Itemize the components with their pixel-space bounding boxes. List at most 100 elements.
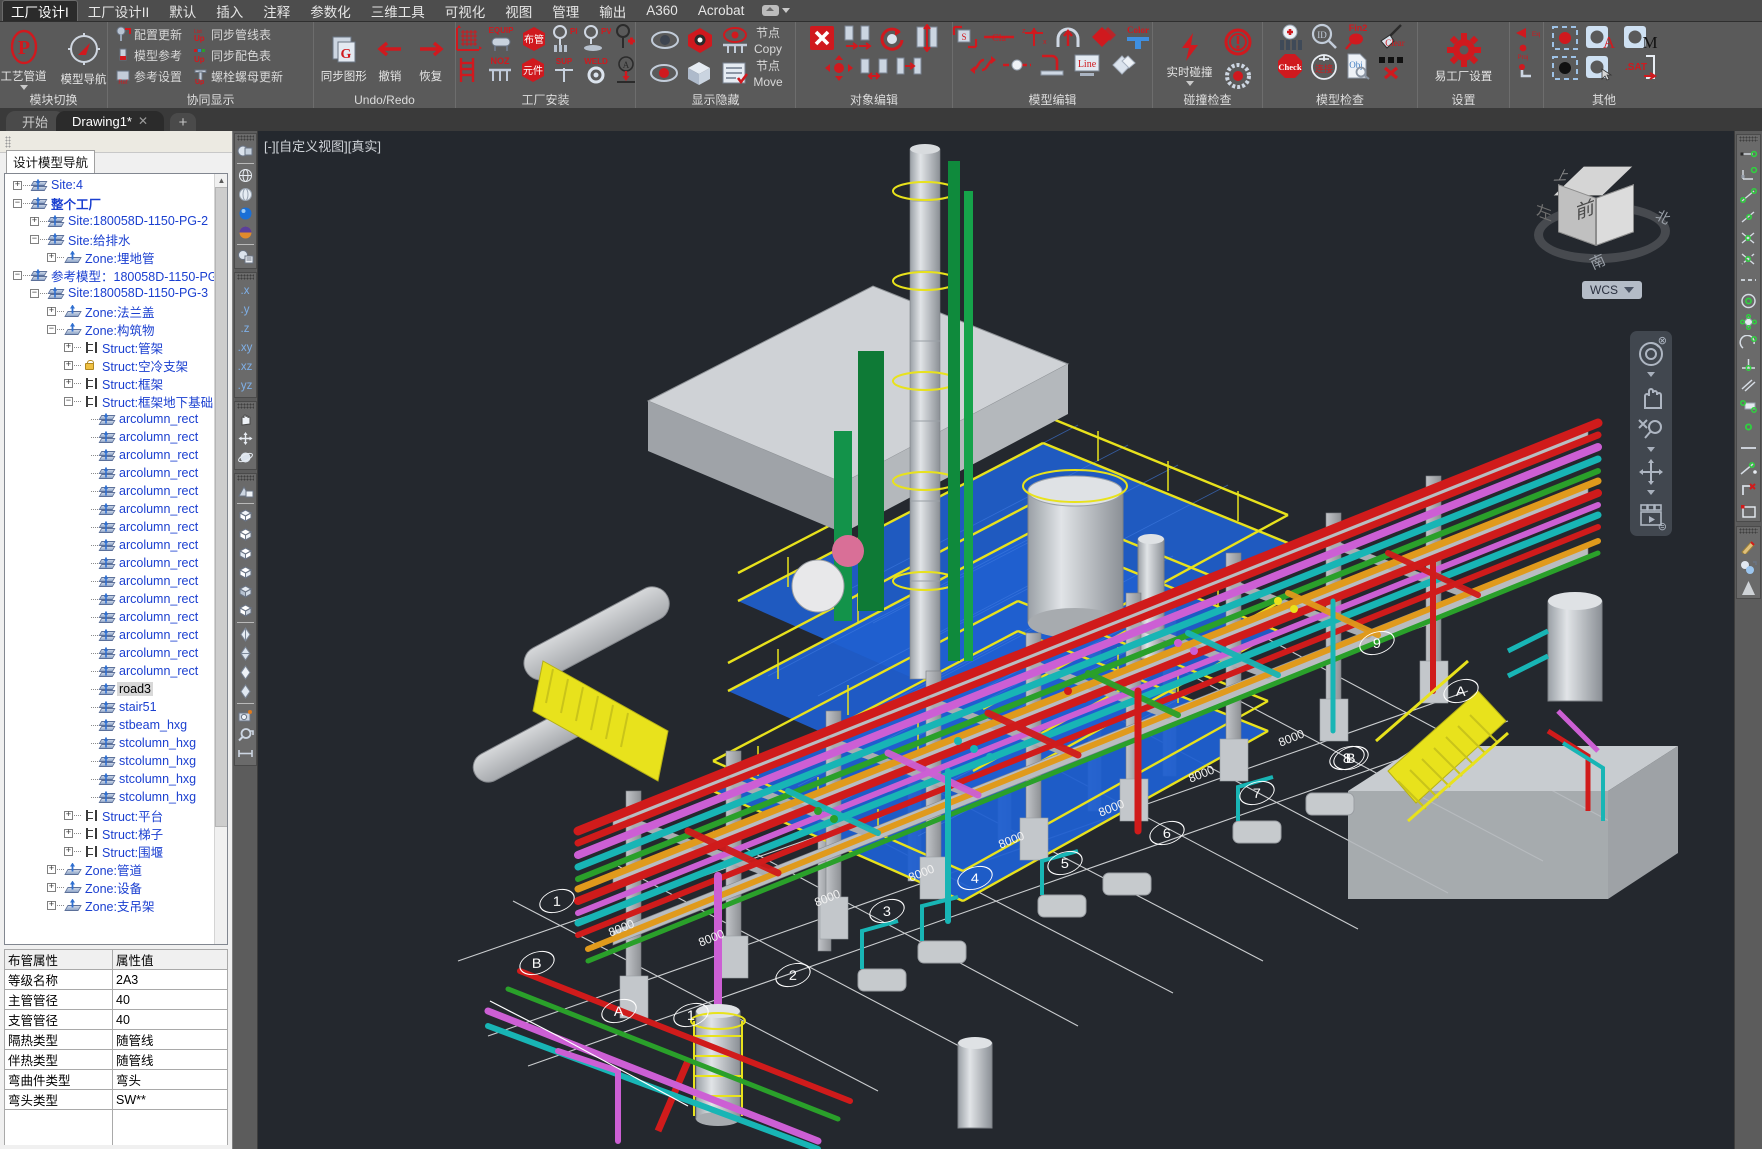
tree-node[interactable]: + Struct:框架 (7, 374, 214, 392)
diamond-light-icon[interactable] (1107, 52, 1137, 78)
select-black-icon[interactable] (1550, 54, 1580, 82)
iso-se-icon[interactable] (235, 644, 256, 663)
osnap-extension-icon[interactable] (1737, 227, 1760, 248)
tree-scrollbar[interactable]: ▲ (214, 174, 227, 944)
move-object-icon[interactable] (824, 54, 854, 82)
osnap-tangent-icon[interactable] (1737, 332, 1760, 353)
tree-expander[interactable]: − (30, 234, 39, 244)
support-add-icon[interactable] (612, 24, 638, 54)
box-show-icon[interactable] (683, 59, 715, 87)
named-views-icon[interactable] (235, 482, 256, 501)
mirror-object-icon[interactable] (859, 54, 889, 82)
tree-node[interactable]: arcolumn_rect (7, 464, 214, 482)
tree-node[interactable]: arcolumn_rect (7, 410, 214, 428)
sync-line-list-button[interactable]: List Up 同步管线表 (192, 26, 283, 43)
view-front-icon[interactable] (235, 582, 256, 601)
tree-node[interactable]: + Zone:设备 (7, 878, 214, 896)
equipment-add-icon[interactable] (1274, 23, 1306, 51)
tree-node[interactable]: stbeam_hxg (7, 716, 214, 734)
menu-tab-a360[interactable]: A360 (636, 0, 688, 21)
tree-node[interactable]: arcolumn_rect (7, 536, 214, 554)
grip-dots-icon[interactable] (236, 274, 254, 280)
config-update-button[interactable]: 配置更新 (115, 26, 182, 43)
tree-expander[interactable]: − (64, 396, 73, 406)
osnap-center-icon[interactable] (1737, 290, 1760, 311)
osnap-settings-icon[interactable] (1737, 479, 1760, 500)
osnap-midpoint-icon[interactable] (1737, 164, 1760, 185)
elevation-up-icon[interactable] (1053, 24, 1083, 50)
tab-design-model-navigator[interactable]: 设计模型导航 (6, 150, 96, 173)
view-right-icon[interactable] (235, 563, 256, 582)
process-piping-button[interactable]: P 工艺管道 (0, 26, 51, 91)
tree-node[interactable]: arcolumn_rect (7, 626, 214, 644)
property-row[interactable]: 等级名称 2A3 (4, 969, 228, 990)
osnap-perp-cross-icon[interactable] (1737, 248, 1760, 269)
gradient-icon[interactable] (1737, 577, 1760, 598)
tree-expander[interactable]: + (64, 828, 73, 838)
remove-items-icon[interactable] (1375, 52, 1407, 80)
scroll-up-arrow-icon[interactable]: ▲ (215, 174, 227, 187)
pan-hand-icon[interactable] (1634, 382, 1668, 412)
ribbon-display-options[interactable] (754, 0, 798, 21)
instrument-pi-icon[interactable]: PI (550, 24, 580, 54)
tree-node[interactable]: + Struct:管架 (7, 338, 214, 356)
chevron-down-icon[interactable] (1647, 447, 1655, 452)
close-icon[interactable]: ⊗ (1658, 334, 1667, 347)
instrument-pv-icon[interactable]: PV (581, 24, 611, 54)
menu-tab-manage[interactable]: 管理 (542, 0, 589, 21)
menu-tab-acrobat[interactable]: Acrobat (688, 0, 755, 21)
isolate-red-icon[interactable] (684, 26, 716, 54)
orbit-icon[interactable] (235, 448, 256, 467)
chevron-down-icon[interactable] (1624, 287, 1634, 293)
menu-tab-visualize[interactable]: 可视化 (435, 0, 496, 21)
property-row[interactable]: 弯曲件类型 弯头 (4, 1069, 228, 1090)
tree-node[interactable]: + Struct:平台 (7, 806, 214, 824)
grid-axis-icon[interactable] (453, 24, 483, 54)
tree-node[interactable]: − Site:给排水 (7, 230, 214, 248)
tree-node[interactable]: arcolumn_rect (7, 428, 214, 446)
model-navigator-button[interactable]: 模型导航 (57, 29, 111, 88)
osnap-quadrant-icon[interactable] (1737, 311, 1760, 332)
tree-node[interactable]: − Site:180058D-1150-PG-3 (7, 284, 214, 302)
realtime-clash-button[interactable]: 实时碰撞 (1163, 30, 1217, 87)
eye-gray-icon[interactable] (649, 26, 681, 54)
chevron-down-icon[interactable] (1647, 490, 1655, 495)
model-tree[interactable]: + Site:4 − 整个工厂 + Site:180058D-1150-PG-2 − Site… (4, 173, 228, 945)
tree-node[interactable]: road3 (7, 680, 214, 698)
iso-ne-icon[interactable] (235, 663, 256, 682)
osnap-none-icon[interactable] (1737, 458, 1760, 479)
property-value[interactable]: 40 (112, 1009, 228, 1030)
osnap-node-icon[interactable] (1737, 416, 1760, 437)
equipment-icon[interactable]: EQUIP (484, 24, 518, 54)
point-filter-yz-icon[interactable]: .yz (235, 376, 256, 395)
point-filter-z-icon[interactable]: .z (235, 319, 256, 338)
tree-node[interactable]: + Site:4 (7, 176, 214, 194)
sync-color-table-button[interactable]: Up 同步配色表 (192, 47, 283, 64)
tree-node[interactable]: stcolumn_hxg (7, 752, 214, 770)
scale-s-icon[interactable]: S (951, 24, 979, 50)
osnap-apparent-icon[interactable] (1737, 206, 1760, 227)
tree-node[interactable]: stcolumn_hxg (7, 788, 214, 806)
view-top-icon[interactable] (235, 506, 256, 525)
document-tab-drawing1[interactable]: Drawing1* ✕ (56, 111, 165, 131)
property-value[interactable]: 弯头 (112, 1069, 228, 1090)
copy-objects-icon[interactable] (842, 24, 872, 52)
grip-dots-icon[interactable] (236, 135, 254, 141)
list-check-icon[interactable] (718, 59, 750, 87)
bolt-nut-update-button[interactable]: Up 螺栓螺母更新 (192, 68, 283, 85)
wireframe-sphere-icon[interactable] (235, 166, 256, 185)
chevron-down-icon[interactable] (19, 85, 28, 90)
tree-node[interactable]: arcolumn_rect (7, 482, 214, 500)
tree-node[interactable]: + Struct:梯子 (7, 824, 214, 842)
menu-tab-insert[interactable]: 插入 (206, 0, 253, 21)
tree-expander[interactable]: + (47, 306, 56, 316)
3d-move-gizmo-icon[interactable] (235, 429, 256, 448)
weld-icon[interactable]: WELD (580, 55, 612, 85)
visual-style-manager-icon[interactable] (235, 247, 256, 266)
zoom-extents-icon[interactable] (1634, 414, 1668, 444)
tree-node[interactable]: arcolumn_rect (7, 554, 214, 572)
tree-node[interactable]: + Struct:空冷支架 (7, 356, 214, 374)
tree-node[interactable]: + Struct:围堰 (7, 842, 214, 860)
osnap-endpoint-icon[interactable] (1737, 143, 1760, 164)
drawing-canvas[interactable]: [-][自定义视图][真实] 1 2 3 4 5 6 7 8 9 A B A B… (258, 131, 1734, 1149)
